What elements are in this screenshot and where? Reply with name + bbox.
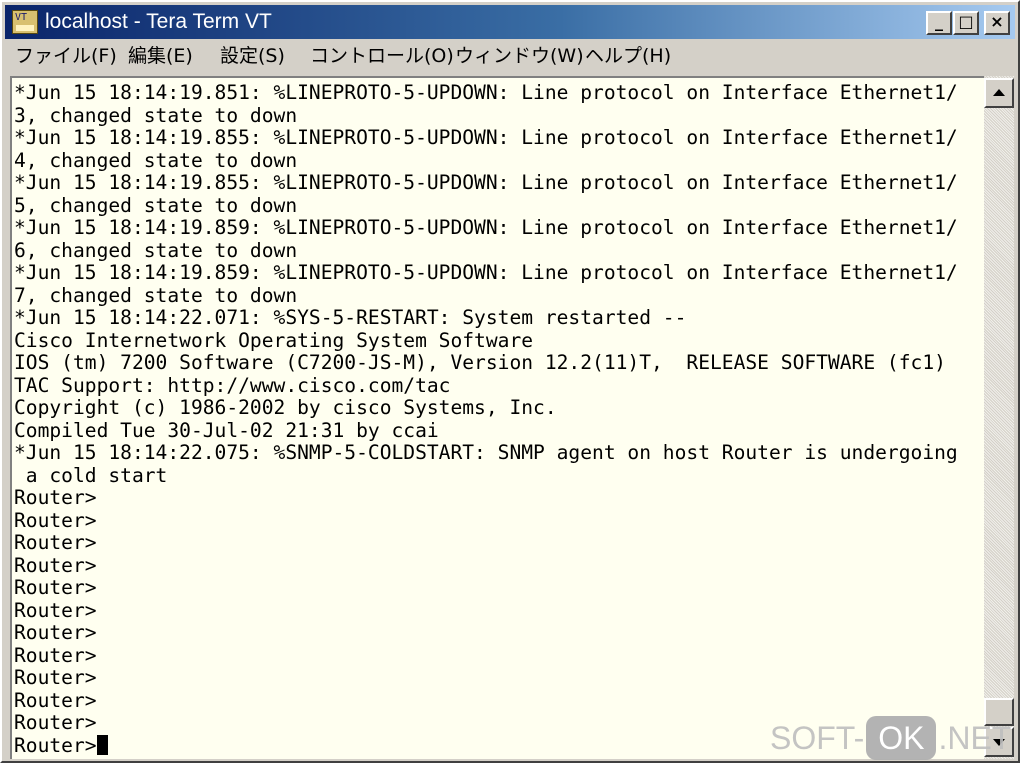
terminal-window: VT localhost - Tera Term VT _ □ × ファイル(F… <box>0 0 1020 763</box>
terminal-line: Router> <box>14 486 97 509</box>
terminal-line: *Jun 15 18:14:22.071: %SYS-5-RESTART: Sy… <box>14 306 687 329</box>
maximize-button[interactable]: □ <box>953 11 979 35</box>
menu-help[interactable]: ヘルプ(H) <box>585 43 671 69</box>
terminal-line: 5, changed state to down <box>14 193 298 217</box>
close-button[interactable]: × <box>984 11 1010 35</box>
minimize-button[interactable]: _ <box>926 11 952 35</box>
menu-edit[interactable]: 編集(E) <box>128 43 193 69</box>
terminal-line: IOS (tm) 7200 Software (C7200-JS-M), Ver… <box>14 351 946 374</box>
terminal-line: *Jun 15 18:14:19.855: %LINEPROTO-5-UPDOW… <box>14 126 958 149</box>
terminal-line: Cisco Internetwork Operating System Soft… <box>14 328 534 352</box>
terminal-line: *Jun 15 18:14:22.075: %SNMP-5-COLDSTART:… <box>14 441 958 464</box>
menu-control[interactable]: コントロール(O) <box>310 43 454 69</box>
vertical-scrollbar[interactable] <box>984 76 1014 759</box>
text-cursor <box>96 734 108 755</box>
watermark: SOFT- OK .NET <box>770 716 1011 760</box>
watermark-badge: OK <box>866 716 937 760</box>
terminal-line: Router> <box>14 666 97 689</box>
terminal-line: TAC Support: http://www.cisco.com/tac <box>14 373 451 397</box>
terminal-line: Router> <box>14 643 97 667</box>
terminal-screen[interactable]: *Jun 15 18:14:19.851: %LINEPROTO-5-UPDOW… <box>10 76 984 759</box>
terminal-line: Router> <box>14 598 97 622</box>
menu-settings[interactable]: 設定(S) <box>220 43 285 69</box>
terminal-line: Router> <box>14 508 97 532</box>
terminal-line: *Jun 15 18:14:19.855: %LINEPROTO-5-UPDOW… <box>14 171 958 194</box>
terminal-line: a cold start <box>14 463 168 487</box>
terminal-line: 6, changed state to down <box>14 238 298 262</box>
terminal-line: Router> <box>14 553 97 577</box>
terminal-line: *Jun 15 18:14:19.851: %LINEPROTO-5-UPDOW… <box>14 81 958 104</box>
terminal-line: *Jun 15 18:14:19.859: %LINEPROTO-5-UPDOW… <box>14 261 958 284</box>
menu-window[interactable]: ウィンドウ(W) <box>455 43 584 69</box>
terminal-line: 4, changed state to down <box>14 148 298 172</box>
teraterm-app-icon[interactable]: VT <box>12 10 38 34</box>
watermark-right: .NET <box>938 720 1012 756</box>
terminal-line: Router> <box>14 688 97 712</box>
terminal-line: Compiled Tue 30-Jul-02 21:31 by ccai <box>14 418 439 442</box>
watermark-left: SOFT- <box>770 720 865 756</box>
terminal-line: *Jun 15 18:14:19.859: %LINEPROTO-5-UPDOW… <box>14 216 958 239</box>
title-bar[interactable]: VT localhost - Tera Term VT _ □ × <box>5 5 1015 39</box>
terminal-line: Copyright (c) 1986-2002 by cisco Systems… <box>14 396 557 419</box>
terminal-line: Router> <box>14 531 97 554</box>
terminal-line: Router> <box>14 576 97 599</box>
window-title: localhost - Tera Term VT <box>45 10 272 33</box>
menu-file[interactable]: ファイル(F) <box>15 43 117 69</box>
terminal-line: Router> <box>14 621 97 644</box>
terminal-line: 3, changed state to down <box>14 103 298 127</box>
terminal-prompt: Router> <box>14 733 97 757</box>
scroll-up-button[interactable] <box>984 78 1014 108</box>
terminal-line: Router> <box>14 711 97 734</box>
menu-bar: ファイル(F) 編集(E) 設定(S) コントロール(O) ウィンドウ(W) ヘ… <box>5 40 1015 72</box>
arrow-up-icon <box>993 89 1005 96</box>
terminal-prompt-line[interactable]: Router> <box>14 733 108 757</box>
terminal-line: 7, changed state to down <box>14 283 298 307</box>
